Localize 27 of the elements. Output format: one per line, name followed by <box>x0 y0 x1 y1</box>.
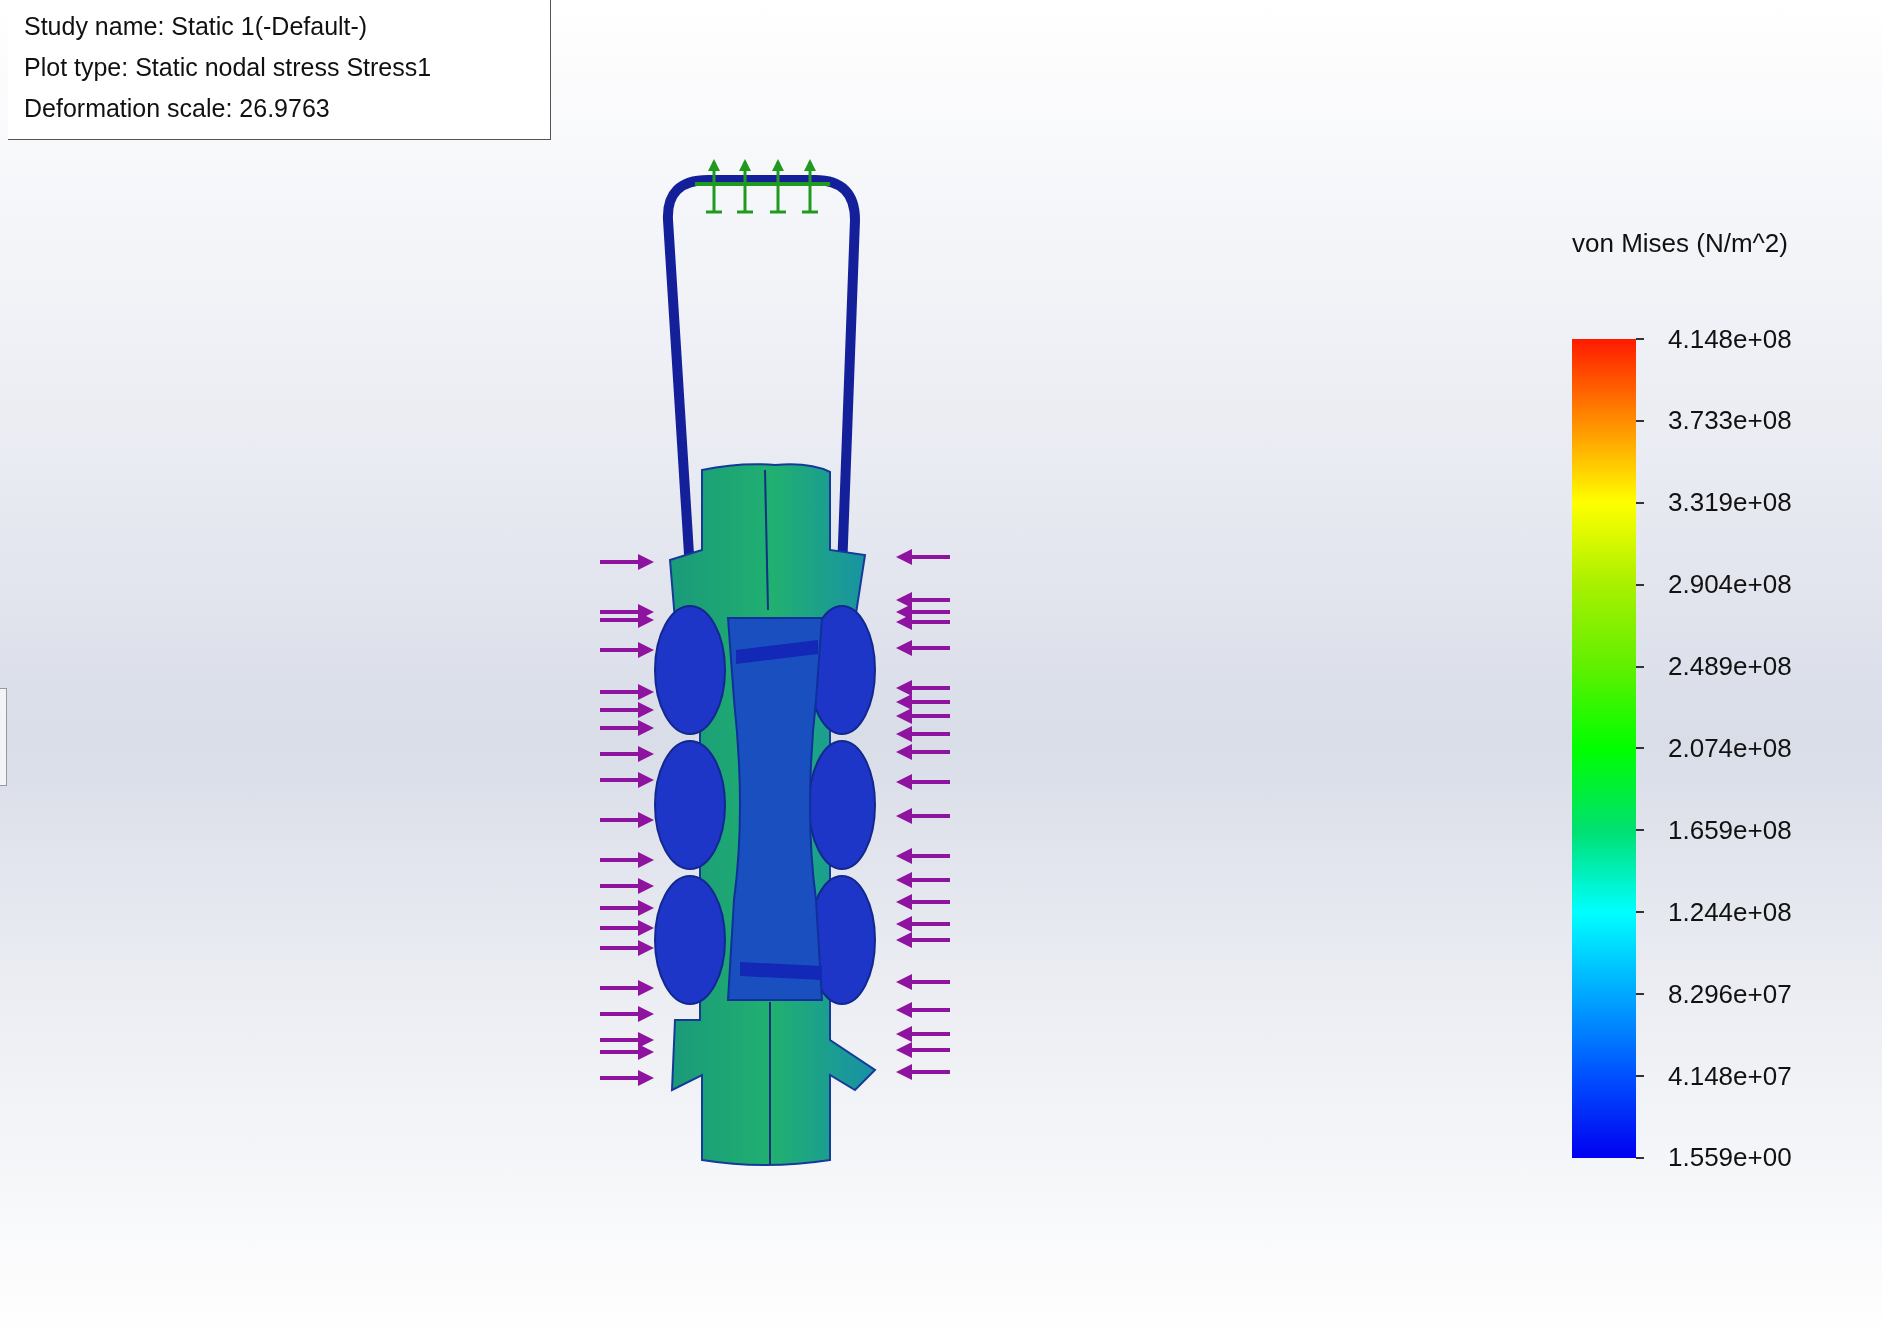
scale-label: 8.296e+07 <box>1668 978 1792 1010</box>
scale-label: 2.904e+08 <box>1668 569 1792 601</box>
scale-tick <box>1636 501 1644 504</box>
scale-label: 3.733e+08 <box>1668 405 1792 437</box>
plot-info-text: Plot type: Static nodal stress Stress1 <box>24 52 432 83</box>
scale-tick <box>1636 338 1644 340</box>
scale-label: 4.148e+08 <box>1668 323 1792 355</box>
scale-tick <box>1636 747 1644 750</box>
plot-info-text: Deformation scale: 26.9763 <box>24 93 330 124</box>
scale-tick <box>1636 993 1644 996</box>
scale-label: 2.489e+08 <box>1668 651 1792 683</box>
scale-label: 2.074e+08 <box>1668 732 1792 764</box>
scale-label: 3.319e+08 <box>1668 487 1792 519</box>
scale-tick <box>1636 829 1644 832</box>
plot-info-text: Study name: Static 1(-Default-) <box>24 11 368 42</box>
scale-tick <box>1636 1156 1644 1159</box>
scale-label: 1.559e+00 <box>1668 1142 1792 1174</box>
scale-label: 1.659e+08 <box>1668 814 1792 846</box>
scale-label: 4.148e+07 <box>1668 1060 1792 1092</box>
scale-tick <box>1636 1075 1644 1077</box>
scale-tick <box>1636 665 1644 668</box>
legend-title: von Mises (N/m^2) <box>1572 228 1788 259</box>
scale-tick <box>1636 419 1644 422</box>
scale-tick <box>1636 911 1644 914</box>
scale-label: 1.244e+08 <box>1668 896 1792 928</box>
collapsed-panel-tab[interactable] <box>0 688 7 786</box>
scale-tick <box>1636 583 1644 586</box>
